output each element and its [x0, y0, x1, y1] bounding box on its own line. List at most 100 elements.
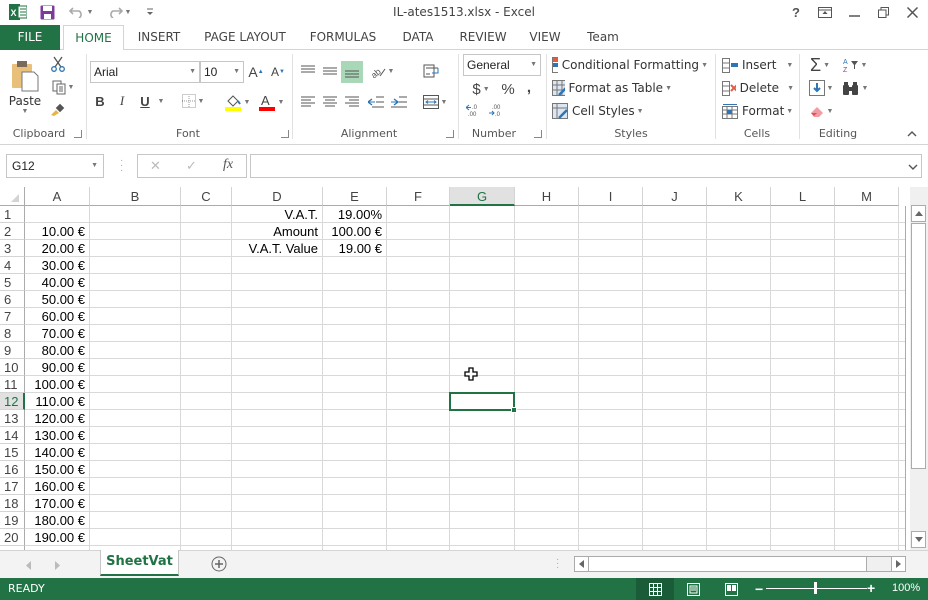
sort-filter-button[interactable]: A Z ▼ — [840, 55, 870, 75]
cell-e3[interactable]: 19.00 € — [323, 240, 387, 257]
cell-a20[interactable]: 190.00 € — [25, 529, 90, 546]
column-header-d[interactable]: D — [232, 187, 323, 206]
row-header-3[interactable]: 3 — [0, 240, 25, 257]
expand-formula-bar-button[interactable] — [908, 159, 918, 173]
font-name-select[interactable]: Arial ▼ — [90, 61, 200, 83]
align-right-button[interactable] — [342, 92, 362, 112]
tab-review[interactable]: REVIEW — [454, 25, 512, 50]
currency-format-button[interactable]: $ ▼ — [466, 79, 496, 99]
zoom-level[interactable]: 100% — [892, 582, 920, 594]
tab-split-handle[interactable]: · · · — [556, 555, 559, 573]
row-header-13[interactable]: 13 — [0, 410, 25, 427]
bold-button[interactable]: B — [92, 92, 108, 110]
cell-a13[interactable]: 120.00 € — [25, 410, 90, 427]
clear-button[interactable]: ▼ — [806, 101, 836, 121]
vertical-scrollbar[interactable] — [910, 187, 928, 550]
column-header-j[interactable]: J — [643, 187, 707, 206]
column-header-c[interactable]: C — [181, 187, 232, 206]
tab-file[interactable]: FILE — [0, 25, 60, 50]
cell-a14[interactable]: 130.00 € — [25, 427, 90, 444]
underline-button[interactable]: U — [137, 92, 153, 110]
worksheet-grid[interactable]: ABCDEFGHIJKLM 1 2 3 4 5 6 7 8 9 10 11 12 13 14 15 16 17 1… — [0, 187, 910, 550]
restore-button[interactable] — [872, 2, 894, 22]
format-cells-button[interactable]: Format ▼ — [722, 101, 794, 121]
page-break-preview-button[interactable] — [712, 578, 750, 600]
insert-function-button[interactable]: fx — [223, 157, 233, 173]
row-header-6[interactable]: 6 — [0, 291, 25, 308]
row-header-2[interactable]: 2 — [0, 223, 25, 240]
borders-button[interactable]: ▼ — [178, 92, 208, 110]
next-sheet-button[interactable] — [55, 559, 61, 573]
font-dialog-launcher[interactable] — [281, 130, 289, 138]
horizontal-scroll-thumb[interactable] — [589, 557, 867, 571]
row-header-20[interactable]: 20 — [0, 529, 25, 546]
merge-center-button[interactable]: ▼ — [420, 92, 450, 112]
selected-cell-g12[interactable] — [449, 392, 515, 411]
row-header-1[interactable]: 1 — [0, 206, 25, 223]
cell-a8[interactable]: 70.00 € — [25, 325, 90, 342]
comma-style-button[interactable]: , — [522, 77, 536, 97]
wrap-text-button[interactable] — [420, 61, 442, 81]
increase-decimal-button[interactable]: .0.00 — [464, 101, 484, 119]
cell-a17[interactable]: 160.00 € — [25, 478, 90, 495]
cell-d2[interactable]: Amount — [232, 223, 323, 240]
increase-indent-button[interactable] — [389, 92, 409, 112]
confirm-entry-button[interactable]: ✓ — [186, 158, 197, 174]
top-align-button[interactable] — [298, 61, 318, 81]
align-left-button[interactable] — [298, 92, 318, 112]
cell-a9[interactable]: 80.00 € — [25, 342, 90, 359]
alignment-dialog-launcher[interactable] — [446, 130, 454, 138]
conditional-formatting-button[interactable]: ≠ Conditional Formatting▼ — [552, 55, 708, 75]
column-header-b[interactable]: B — [90, 187, 181, 206]
column-header-e[interactable]: E — [323, 187, 387, 206]
collapse-ribbon-button[interactable] — [904, 127, 920, 141]
cell-a6[interactable]: 50.00 € — [25, 291, 90, 308]
autosum-button[interactable]: Σ ▼ — [804, 55, 836, 75]
underline-dropdown[interactable]: ▼ — [155, 92, 165, 110]
row-header-19[interactable]: 19 — [0, 512, 25, 529]
percent-style-button[interactable]: % — [498, 79, 518, 99]
delete-cells-button[interactable]: Delete ▼ — [722, 78, 794, 98]
fill-handle[interactable] — [511, 407, 517, 413]
zoom-slider-thumb[interactable] — [814, 582, 817, 594]
paste-button[interactable]: Paste ▼ — [6, 54, 44, 120]
column-header-l[interactable]: L — [771, 187, 835, 206]
decrease-indent-button[interactable] — [366, 92, 386, 112]
row-header-5[interactable]: 5 — [0, 274, 25, 291]
row-header-9[interactable]: 9 — [0, 342, 25, 359]
select-all-button[interactable] — [0, 187, 25, 206]
cell-a19[interactable]: 180.00 € — [25, 512, 90, 529]
font-size-select[interactable]: 10 ▼ — [200, 61, 244, 83]
cell-a2[interactable]: 10.00 € — [25, 223, 90, 240]
insert-cells-button[interactable]: Insert ▼ — [722, 55, 794, 75]
row-header-11[interactable]: 11 — [0, 376, 25, 393]
cell-a10[interactable]: 90.00 € — [25, 359, 90, 376]
number-dialog-launcher[interactable] — [534, 130, 542, 138]
row-header-18[interactable]: 18 — [0, 495, 25, 512]
cell-d3[interactable]: V.A.T. Value — [232, 240, 323, 257]
middle-align-button[interactable] — [320, 61, 340, 81]
cell-a12[interactable]: 110.00 € — [25, 393, 90, 410]
row-header-4[interactable]: 4 — [0, 257, 25, 274]
find-select-button[interactable]: ▼ — [840, 78, 870, 98]
copy-button[interactable]: ▼ — [48, 78, 78, 96]
close-button[interactable] — [901, 2, 923, 22]
tab-page-layout[interactable]: PAGE LAYOUT — [198, 25, 292, 50]
cell-a7[interactable]: 60.00 € — [25, 308, 90, 325]
font-color-button[interactable]: A ▼ — [256, 92, 286, 112]
name-box[interactable]: G12 ▼ — [6, 154, 104, 178]
orientation-button[interactable]: ab ▼ — [368, 61, 396, 81]
format-as-table-button[interactable]: Format as Table ▼ — [552, 78, 672, 98]
horizontal-scrollbar[interactable] — [574, 556, 906, 572]
vertical-scroll-thumb[interactable] — [911, 223, 926, 469]
formula-bar-grip[interactable]: · · · — [120, 156, 123, 176]
tab-formulas[interactable]: FORMULAS — [304, 25, 382, 50]
cell-a16[interactable]: 150.00 € — [25, 461, 90, 478]
normal-view-button[interactable] — [636, 578, 674, 600]
cell-a3[interactable]: 20.00 € — [25, 240, 90, 257]
help-button[interactable]: ? — [785, 2, 807, 22]
italic-button[interactable]: I — [114, 92, 130, 110]
tab-insert[interactable]: INSERT — [132, 25, 186, 50]
tab-team[interactable]: Team — [580, 25, 626, 50]
row-header-17[interactable]: 17 — [0, 478, 25, 495]
